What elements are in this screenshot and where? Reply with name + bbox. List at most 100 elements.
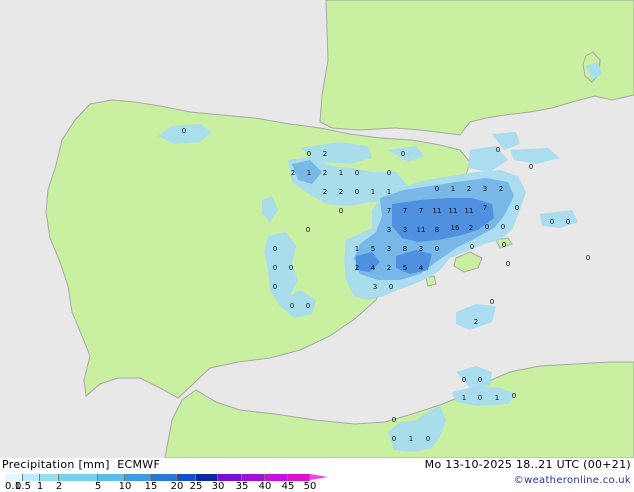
precip-value-label: 3 xyxy=(387,226,391,234)
legend-tick-label: 45 xyxy=(281,481,295,492)
legend-overflow-arrow xyxy=(310,474,328,480)
legend-tick-label: 20 xyxy=(170,481,184,492)
valid-time-label: Mo 13-10-2025 18..21 UTC (00+21) xyxy=(424,458,631,471)
legend-swatch xyxy=(196,474,218,481)
legend-swatch xyxy=(151,474,177,481)
precip-value-label: 7 xyxy=(387,207,391,215)
legend-title: Precipitation [mm] ECMWF xyxy=(2,458,160,471)
precip-value-label: 5 xyxy=(403,264,407,272)
legend-swatch xyxy=(5,474,23,481)
precipitation-map: 00 2 0 02 1 2 1 0 02 2 0 1 1 0 1 2 3 200 7 7 7 11 11 11 7 00 00 3 3 1… xyxy=(0,0,634,458)
precip-value-label: 0 xyxy=(586,254,590,262)
precip-value-label: 3 xyxy=(419,245,423,253)
legend-tick-label: 0.5 xyxy=(15,481,31,492)
precip-value-label: 3 xyxy=(373,283,377,291)
precip-value-label: 0 xyxy=(529,163,533,171)
precip-value-label: 0 xyxy=(566,218,570,226)
legend-swatch xyxy=(98,474,125,481)
legend-swatch xyxy=(288,474,310,481)
precip-value-label: 3 xyxy=(483,185,487,193)
legend-swatch xyxy=(40,474,59,481)
precip-value-label: 2 xyxy=(387,264,391,272)
precip-value-label: 0 xyxy=(273,264,277,272)
legend-title-text: Precipitation [mm] xyxy=(2,458,110,471)
legend-swatch xyxy=(265,474,288,481)
precip-value-label: 0 xyxy=(306,302,310,310)
precip-value-label: 0 xyxy=(502,241,506,249)
precip-value-label: 0 xyxy=(273,245,277,253)
model-name: ECMWF xyxy=(117,458,161,471)
legend-tick-label: 40 xyxy=(258,481,272,492)
precip-value-label: 2 xyxy=(467,185,471,193)
precip-value-label: 2 xyxy=(323,169,327,177)
precip-value-label: 0 xyxy=(515,204,519,212)
legend-tick-label: 15 xyxy=(144,481,158,492)
precip-value-label: 0 xyxy=(392,435,396,443)
precip-value-label: 1 xyxy=(387,188,391,196)
precip-value-label: 0 xyxy=(182,127,186,135)
precip-value-label: 1 xyxy=(307,169,311,177)
precip-value-label: 0 xyxy=(339,207,343,215)
legend-tick-label: 50 xyxy=(303,481,317,492)
precip-value-label: 0 xyxy=(389,283,393,291)
legend-swatch xyxy=(59,474,98,481)
precip-value-label: 1 xyxy=(355,245,359,253)
precip-value-label: 1 xyxy=(451,185,455,193)
precip-value-label: 8 xyxy=(403,245,407,253)
precip-value-label: 3 xyxy=(403,226,407,234)
precip-value-label: 2 xyxy=(339,188,343,196)
precip-value-label: 0 xyxy=(273,283,277,291)
legend-swatch xyxy=(218,474,242,481)
map-footer: Precipitation [mm] ECMWF Mo 13-10-2025 1… xyxy=(0,458,634,492)
precip-value-label: 5 xyxy=(371,245,375,253)
precip-value-label: 0 xyxy=(496,146,500,154)
legend-swatch xyxy=(125,474,151,481)
precip-value-label: 0 xyxy=(485,223,489,231)
precip-value-label: 0 xyxy=(512,392,516,400)
legend-tick-label: 30 xyxy=(211,481,225,492)
precip-value-label: 0 xyxy=(550,218,554,226)
precip-value-label: 2 xyxy=(355,264,359,272)
precip-value-label: 11 xyxy=(449,207,458,215)
precip-value-label: 0 xyxy=(506,260,510,268)
precip-value-label: 7 xyxy=(419,207,423,215)
precip-value-label: 0 xyxy=(401,150,405,158)
precip-value-label: 2 xyxy=(323,150,327,158)
precip-value-label: 11 xyxy=(465,207,474,215)
precip-value-label: 3 xyxy=(387,245,391,253)
legend-swatch xyxy=(177,474,196,481)
precip-value-label: 2 xyxy=(291,169,295,177)
precip-value-label: 0 xyxy=(470,243,474,251)
legend-tick-label: 25 xyxy=(189,481,203,492)
precip-value-label: 1 xyxy=(495,394,499,402)
legend-tick-label: 1 xyxy=(36,481,44,492)
precip-value-label: 2 xyxy=(474,318,478,326)
legend-swatch xyxy=(23,474,40,481)
precip-value-label: 0 xyxy=(290,302,294,310)
precip-value-label: 1 xyxy=(339,169,343,177)
precip-value-label: 0 xyxy=(501,223,505,231)
precip-value-label: 0 xyxy=(435,185,439,193)
legend-tick-label: 2 xyxy=(55,481,63,492)
precip-value-label: 0 xyxy=(490,298,494,306)
weather-map-frame: 0 0 2 0 0 2 1 2 1 0 0 2 2 0 1 1 0 1 2 3 2 0 0 7 7 7 11 11 11 7 0 0 0 0 3 3 1… xyxy=(0,0,634,492)
precip-value-label: 2 xyxy=(323,188,327,196)
precip-value-label: 0 xyxy=(355,169,359,177)
legend-tick-label: 10 xyxy=(118,481,132,492)
legend-tick-label: 5 xyxy=(94,481,102,492)
precip-value-label: 1 xyxy=(462,394,466,402)
precip-value-label: 1 xyxy=(371,188,375,196)
precip-value-label: 0 xyxy=(387,169,391,177)
precip-value-label: 1 xyxy=(409,435,413,443)
precip-value-label: 0 xyxy=(289,264,293,272)
precip-value-label: 0 xyxy=(426,435,430,443)
precip-value-label: 11 xyxy=(433,207,442,215)
precip-value-label: 0 xyxy=(435,245,439,253)
precip-value-label: 7 xyxy=(483,204,487,212)
credit-link[interactable]: ©weatheronline.co.uk xyxy=(514,475,631,486)
precip-value-label: 0 xyxy=(307,150,311,158)
precip-value-label: 4 xyxy=(371,264,376,272)
precip-value-label: 0 xyxy=(355,188,359,196)
legend-tick-label: 35 xyxy=(235,481,249,492)
precip-value-label: 7 xyxy=(403,207,407,215)
